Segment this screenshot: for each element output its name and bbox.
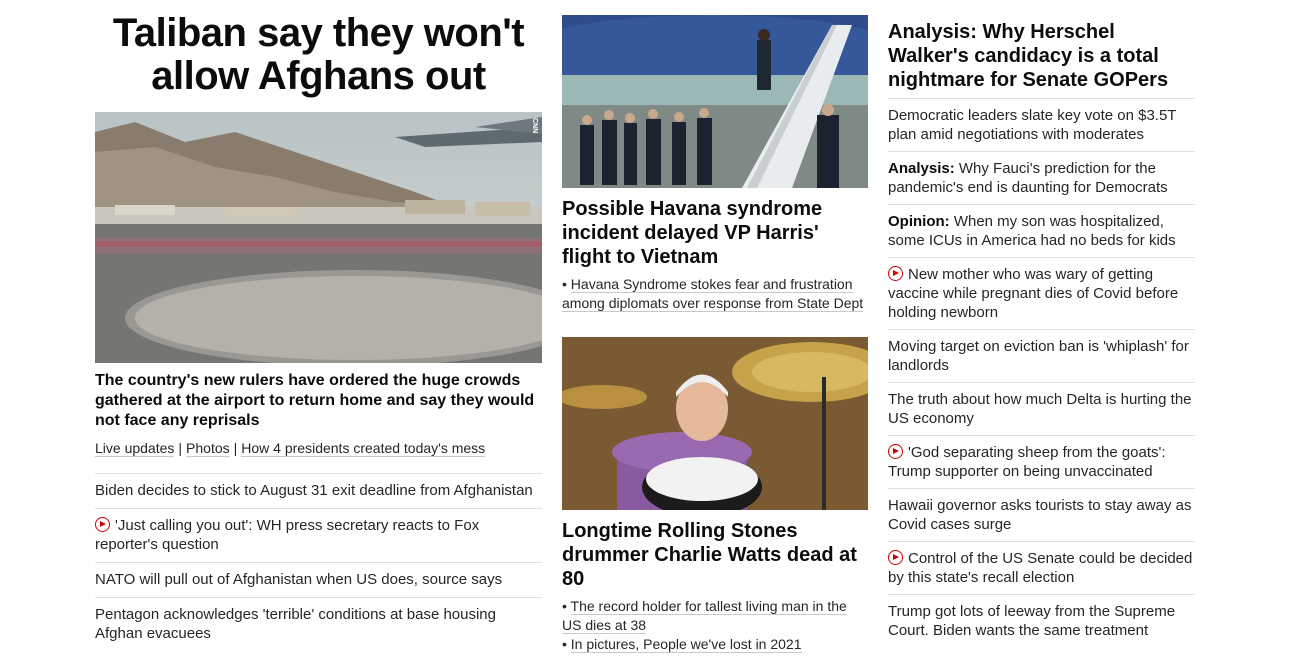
link-separator: | bbox=[233, 440, 238, 456]
list-item-text: Control of the US Senate could be decide… bbox=[888, 550, 1193, 586]
middle-column: Possible Havana syndrome incident delaye… bbox=[562, 15, 868, 654]
lead-image[interactable]: CNN bbox=[95, 112, 542, 363]
charlie-watts-photo bbox=[562, 337, 868, 510]
watts-image[interactable] bbox=[562, 337, 868, 510]
list-item[interactable]: Analysis: Why Fauci's prediction for the… bbox=[888, 152, 1195, 205]
bullet-text: Havana Syndrome stokes fear and frustrat… bbox=[562, 276, 864, 312]
lead-related-list: Biden decides to stick to August 31 exit… bbox=[95, 473, 542, 651]
play-video-icon bbox=[888, 444, 903, 459]
list-item-text: Hawaii governor asks tourists to stay aw… bbox=[888, 497, 1192, 533]
list-item-text: Democratic leaders slate key vote on $3.… bbox=[888, 107, 1177, 143]
list-item[interactable]: Hawaii governor asks tourists to stay aw… bbox=[888, 489, 1195, 542]
list-item[interactable]: Pentagon acknowledges 'terrible' conditi… bbox=[95, 598, 542, 651]
list-item-text: Biden decides to stick to August 31 exit… bbox=[95, 482, 533, 499]
list-item[interactable]: Biden decides to stick to August 31 exit… bbox=[95, 474, 542, 509]
lead-story: Taliban say they won't allow Afghans out bbox=[95, 12, 542, 651]
list-item-text: New mother who was wary of getting vacci… bbox=[888, 266, 1179, 321]
list-item-text: 'Just calling you out': WH press secreta… bbox=[95, 517, 480, 553]
list-item[interactable]: NATO will pull out of Afghanistan when U… bbox=[95, 563, 542, 598]
link-photos[interactable]: Photos bbox=[186, 440, 230, 457]
list-item-text: NATO will pull out of Afghanistan when U… bbox=[95, 571, 503, 588]
airport-crowd-photo bbox=[95, 112, 542, 363]
list-item-text: Trump got lots of leeway from the Suprem… bbox=[888, 603, 1176, 639]
harris-bullet[interactable]: • Havana Syndrome stokes fear and frustr… bbox=[562, 275, 868, 313]
link-presidents[interactable]: How 4 presidents created today's mess bbox=[241, 440, 486, 457]
harris-image[interactable] bbox=[562, 15, 868, 188]
list-item-text: The truth about how much Delta is hurtin… bbox=[888, 391, 1192, 427]
bullet-mark: • bbox=[562, 636, 567, 652]
bullet-mark: • bbox=[562, 276, 567, 292]
list-item[interactable]: Opinion: When my son was hospitalized, s… bbox=[888, 205, 1195, 258]
right-headline-list: Democratic leaders slate key vote on $3.… bbox=[888, 98, 1195, 647]
cnn-watermark: CNN bbox=[531, 118, 538, 134]
analysis-label: Analysis: bbox=[888, 160, 955, 177]
list-item-text: 'God separating sheep from the goats': T… bbox=[888, 444, 1166, 480]
link-live-updates[interactable]: Live updates bbox=[95, 440, 175, 457]
bullet-mark: • bbox=[562, 598, 567, 614]
bullet-text: In pictures, People we've lost in 2021 bbox=[570, 636, 802, 653]
right-column: Analysis: Why Herschel Walker's candidac… bbox=[888, 20, 1195, 647]
play-video-icon bbox=[888, 550, 903, 565]
list-item[interactable]: 'God separating sheep from the goats': T… bbox=[888, 436, 1195, 489]
walker-headline[interactable]: Analysis: Why Herschel Walker's candidac… bbox=[888, 20, 1195, 92]
list-item[interactable]: New mother who was wary of getting vacci… bbox=[888, 258, 1195, 330]
harris-plane-photo bbox=[562, 15, 868, 188]
play-video-icon bbox=[95, 517, 110, 532]
watts-bullet[interactable]: • The record holder for tallest living m… bbox=[562, 597, 868, 635]
list-item[interactable]: Moving target on eviction ban is 'whipla… bbox=[888, 330, 1195, 383]
harris-headline[interactable]: Possible Havana syndrome incident delaye… bbox=[562, 197, 868, 269]
bullet-text: The record holder for tallest living man… bbox=[562, 598, 847, 634]
list-item-text: Pentagon acknowledges 'terrible' conditi… bbox=[95, 606, 496, 642]
list-item-text: Moving target on eviction ban is 'whipla… bbox=[888, 338, 1189, 374]
lead-related-links: Live updates | Photos | How 4 presidents cre… bbox=[95, 439, 542, 457]
list-item[interactable]: 'Just calling you out': WH press secreta… bbox=[95, 509, 542, 563]
watts-headline[interactable]: Longtime Rolling Stones drummer Charlie … bbox=[562, 519, 868, 591]
list-item[interactable]: Control of the US Senate could be decide… bbox=[888, 542, 1195, 595]
opinion-label: Opinion: bbox=[888, 213, 950, 230]
watts-bullet[interactable]: • In pictures, People we've lost in 2021 bbox=[562, 635, 868, 654]
list-item[interactable]: Democratic leaders slate key vote on $3.… bbox=[888, 99, 1195, 152]
lead-headline[interactable]: Taliban say they won't allow Afghans out bbox=[95, 12, 542, 98]
list-item[interactable]: Trump got lots of leeway from the Suprem… bbox=[888, 595, 1195, 647]
lead-subheadline[interactable]: The country's new rulers have ordered th… bbox=[95, 371, 542, 431]
play-video-icon bbox=[888, 266, 903, 281]
list-item[interactable]: The truth about how much Delta is hurtin… bbox=[888, 383, 1195, 436]
link-separator: | bbox=[178, 440, 183, 456]
